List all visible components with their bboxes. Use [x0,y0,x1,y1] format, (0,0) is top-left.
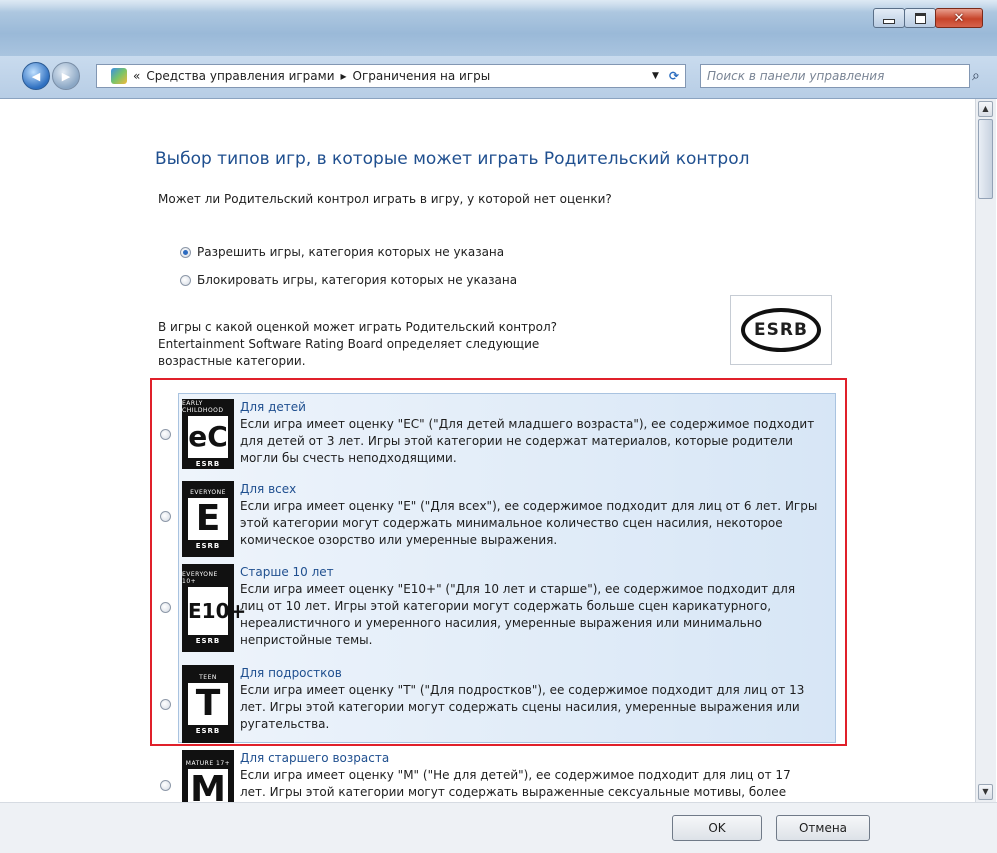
back-button[interactable]: ◀ [22,62,50,90]
content-pane: Выбор типов игр, в которые может играть … [0,99,975,802]
search-input[interactable]: Поиск в панели управления [700,64,970,88]
refresh-icon[interactable]: ⟳ [669,69,679,83]
search-icon[interactable]: ⌕ [972,68,980,84]
window-titlebar: ✕ [0,0,997,56]
esrb-logo-mark: ESRB [741,308,821,352]
rating-title-m[interactable]: Для старшего возраста [240,750,820,767]
breadcrumb-item-game-restrictions[interactable]: Ограничения на игры [353,69,491,83]
esrb-m-badge-icon: MATURE 17+ M [182,750,234,802]
minimize-button[interactable] [873,8,905,28]
allow-unrated-option[interactable]: Разрешить игры, категория которых не ука… [180,245,504,259]
close-icon: ✕ [953,10,965,26]
breadcrumb-item-game-controls[interactable]: Средства управления играми [146,69,334,83]
page-title: Выбор типов игр, в которые может играть … [155,149,750,169]
rating-desc-m: Если игра имеет оценку "M" ("Не для дете… [240,768,791,799]
forward-button[interactable]: ▶ [52,62,80,90]
unrated-question: Может ли Родительский контрол играть в и… [158,192,612,206]
titlebar-glow [0,0,997,12]
breadcrumb-separator[interactable]: ▸ [341,69,347,83]
vertical-scrollbar[interactable]: ▲ ▼ [975,99,996,802]
esrb-logo: ESRB [730,295,832,365]
block-unrated-option[interactable]: Блокировать игры, категория которых не у… [180,273,517,287]
rating-question: В игры с какой оценкой может играть Роди… [158,320,558,368]
block-unrated-label[interactable]: Блокировать игры, категория которых не у… [197,273,517,287]
close-button[interactable]: ✕ [935,8,983,28]
cancel-button[interactable]: Отмена [776,815,870,841]
rating-text-m: Для старшего возраста Если игра имеет оц… [240,750,820,801]
allow-unrated-label[interactable]: Разрешить игры, категория которых не ука… [197,245,504,259]
maximize-button[interactable] [904,8,936,28]
highlight-frame [150,378,847,746]
back-arrow-icon: ◀ [31,69,41,83]
scroll-up-icon[interactable]: ▲ [978,101,993,117]
address-dropdown-icon[interactable]: ▼ [652,71,659,81]
minimize-icon [883,18,895,24]
breadcrumb[interactable]: « Средства управления играми ▸ Ограничен… [96,64,686,88]
window-controls: ✕ [873,8,983,30]
allow-unrated-radio[interactable] [180,247,191,258]
dialog-footer: OK Отмена [0,802,997,853]
maximize-icon [914,12,926,24]
control-panel-icon [111,68,127,84]
block-unrated-radio[interactable] [180,275,191,286]
address-bar: ◀ ▶ « Средства управления играми ▸ Огран… [0,56,997,99]
breadcrumb-chevrons[interactable]: « [133,69,140,83]
rating-radio-m[interactable] [160,780,171,791]
forward-arrow-icon: ▶ [61,69,71,83]
scroll-down-icon[interactable]: ▼ [978,784,993,800]
ok-button[interactable]: OK [672,815,762,841]
scroll-thumb[interactable] [978,119,993,199]
